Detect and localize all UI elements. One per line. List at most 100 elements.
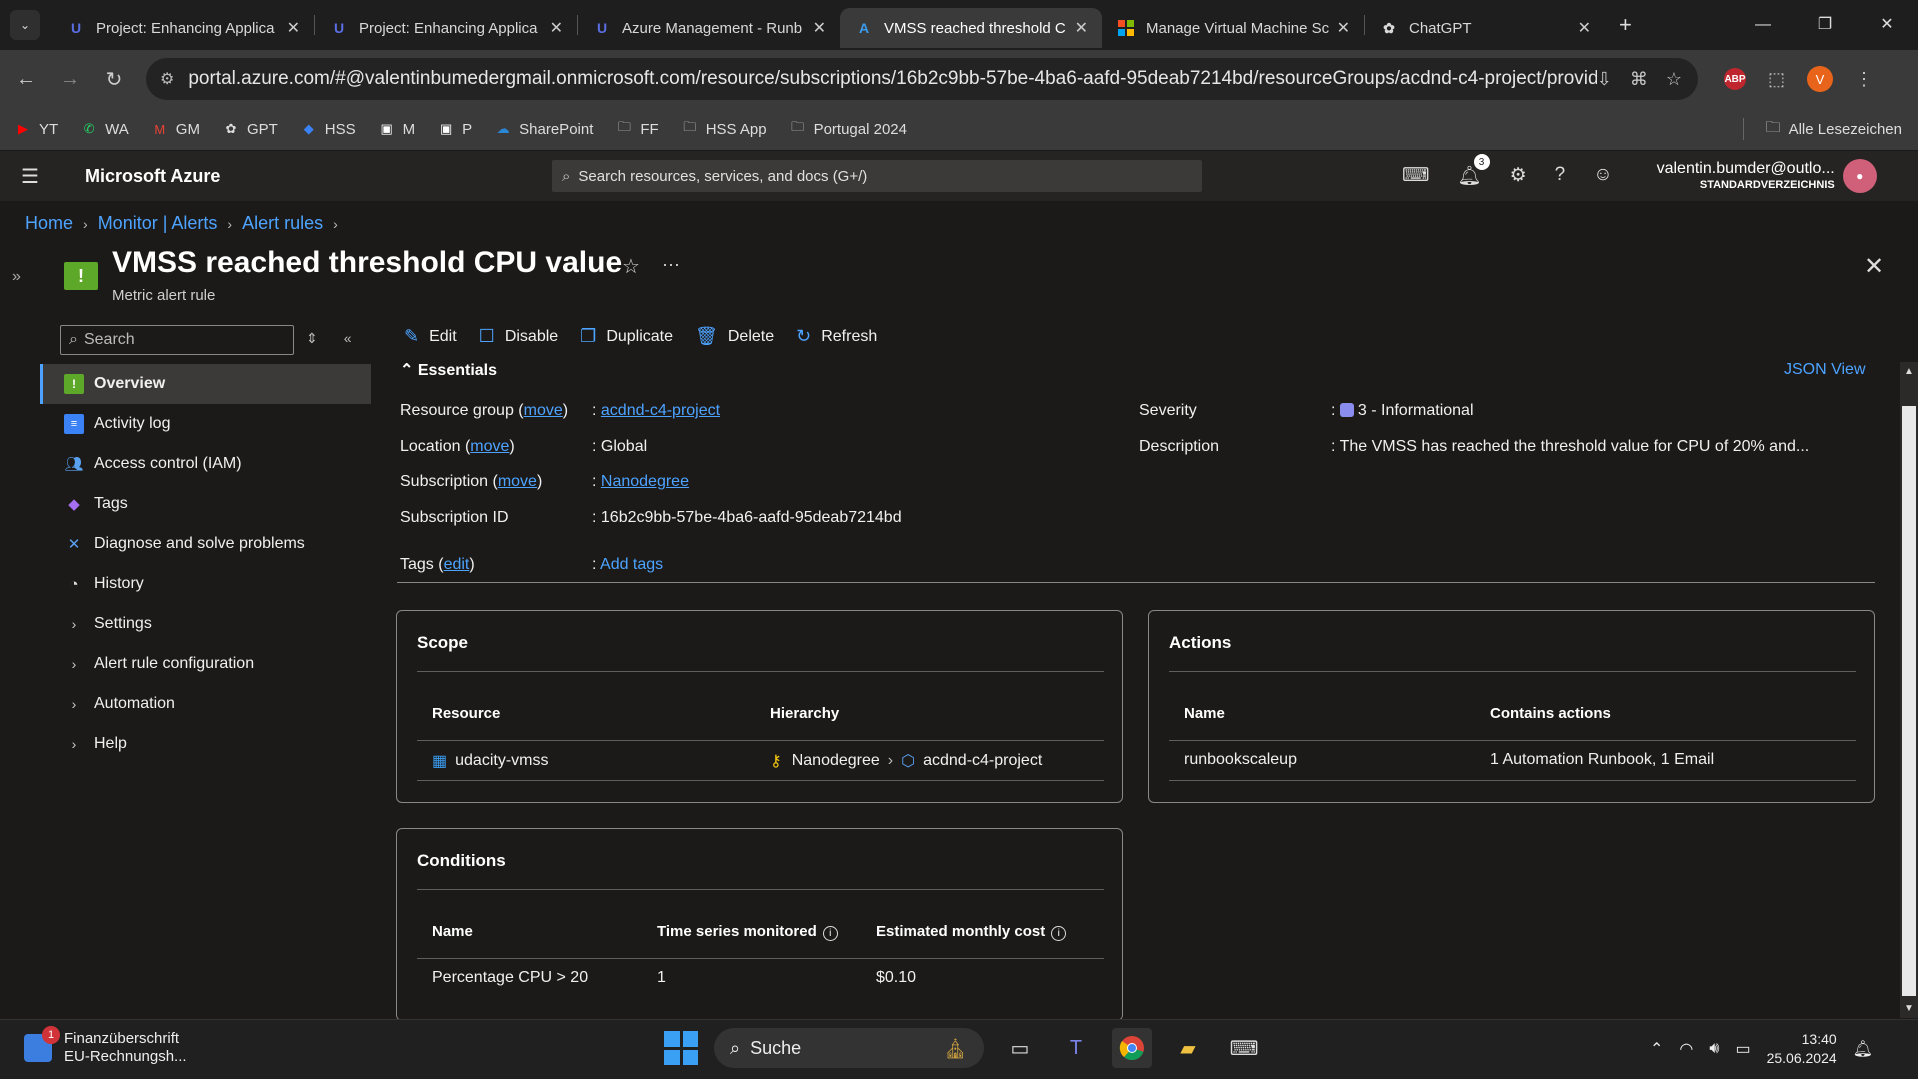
close-icon[interactable]: ✕ [1075,18,1088,38]
disable-button[interactable]: ☐ Disable [479,326,559,347]
hierarchy-resource-group[interactable]: acdnd-c4-project [923,752,1042,770]
battery-icon[interactable]: ▭ [1735,1039,1750,1059]
url-bar[interactable]: ⚙ portal.azure.com/#@valentinbumedergmai… [146,58,1698,100]
scrollbar-thumb[interactable] [1902,406,1916,996]
json-view-link[interactable]: JSON View [1784,361,1866,379]
bookmark-item[interactable]: ▣ M [378,120,415,138]
clock[interactable]: 13:40 25.06.2024 [1767,1030,1837,1068]
add-tags-link[interactable]: Add tags [600,556,663,573]
hierarchy-subscription[interactable]: Nanodegree [792,752,880,770]
menu-search-input[interactable]: ⌕ Search [60,325,294,355]
menu-item-iam[interactable]: 👥︎ Access control (IAM) [40,444,371,484]
breadcrumb-home[interactable]: Home [25,213,73,234]
close-icon[interactable]: ✕ [1337,18,1350,38]
menu-item-overview[interactable]: ! Overview [40,364,371,404]
translate-icon[interactable]: ⌘ [1630,69,1648,90]
bookmark-item[interactable]: ☁ SharePoint [494,120,594,138]
file-explorer-icon[interactable]: ▰ [1168,1028,1208,1068]
site-info-icon[interactable]: ⚙ [160,69,174,89]
new-tab-button[interactable]: + [1619,12,1632,38]
scroll-down-icon[interactable]: ▼ [1904,1003,1914,1014]
terminal-icon[interactable]: ⌨ [1224,1028,1264,1068]
show-hidden-icons[interactable]: ⌃ [1650,1039,1663,1059]
cloud-shell-icon[interactable]: ⌨ [1402,164,1429,188]
task-view-icon[interactable]: ▭ [1000,1028,1040,1068]
chrome-icon[interactable] [1112,1028,1152,1068]
edit-tags-link[interactable]: edit [444,556,470,573]
start-button[interactable] [664,1031,698,1065]
close-icon[interactable]: ✕ [1578,18,1591,38]
portal-menu-icon[interactable]: ☰ [0,164,60,189]
settings-icon[interactable]: ⚙ [1510,164,1527,188]
install-app-icon[interactable]: ⇩ [1597,69,1612,90]
menu-item-automation[interactable]: › Automation [40,684,371,724]
volume-icon[interactable]: 🔊︎ [1709,1040,1719,1058]
bookmark-item[interactable]: ◆ HSS [300,120,356,138]
refresh-button[interactable]: ↻ Refresh [796,326,877,347]
menu-item-activity-log[interactable]: ≡ Activity log [40,404,371,444]
menu-item-help[interactable]: › Help [40,724,371,764]
delete-button[interactable]: 🗑︎ Delete [695,326,774,347]
bookmark-item[interactable]: ✿ GPT [222,120,278,138]
bookmark-item[interactable]: M GM [151,120,200,138]
profile-avatar[interactable]: V [1807,66,1834,92]
bookmark-item[interactable]: ✆ WA [80,120,129,138]
reload-icon[interactable]: ↻ [96,67,132,92]
restore-icon[interactable]: ❐ [1794,0,1856,50]
bookmark-item[interactable]: 🗀︎ Portugal 2024 [789,119,907,138]
edit-button[interactable]: ✎ Edit [404,326,457,347]
browser-tab[interactable]: U Project: Enhancing Applica ✕ [52,8,314,48]
avatar[interactable]: ● [1842,159,1877,193]
scope-resource-cell[interactable]: ▦ udacity-vmss [432,751,548,771]
essentials-toggle[interactable]: ⌃ Essentials [400,360,497,380]
menu-item-diagnose[interactable]: ✕ Diagnose and solve problems [40,524,371,564]
subscription-link[interactable]: Nanodegree [601,473,689,490]
sort-icon[interactable]: ⇕ [306,330,318,347]
adblock-icon[interactable]: ABP [1724,68,1746,90]
back-icon[interactable]: ← [8,68,44,91]
browser-tab[interactable]: ✿ ChatGPT ✕ [1365,8,1605,48]
browser-tab[interactable]: U Project: Enhancing Applica ✕ [315,8,577,48]
resource-group-link[interactable]: acdnd-c4-project [601,402,720,419]
scroll-up-icon[interactable]: ▲ [1904,366,1914,377]
duplicate-button[interactable]: ❐ Duplicate [580,326,673,347]
browser-tab[interactable]: Manage Virtual Machine Sc ✕ [1102,8,1364,48]
news-widget[interactable]: 1 Finanzüberschrift EU-Rechnungsh... [24,1026,187,1066]
bookmark-item[interactable]: ▶ YT [14,120,58,138]
close-icon[interactable]: ✕ [287,18,300,38]
notifications-icon[interactable]: 🔔︎ 3 [1457,154,1490,188]
wifi-icon[interactable]: ◠ [1679,1039,1693,1059]
forward-icon[interactable]: → [52,68,88,91]
notification-bell-icon[interactable]: 🔔︎ [1853,1039,1873,1059]
browser-tab[interactable]: U Azure Management - Runb ✕ [578,8,840,48]
close-icon[interactable]: ✕ [550,18,563,38]
action-group-name[interactable]: runbookscaleup [1184,751,1297,769]
menu-item-settings[interactable]: › Settings [40,604,371,644]
tab-search-button[interactable]: ⌄ [10,10,40,40]
expand-sidebar-icon[interactable]: » [12,268,21,286]
browser-tab-active[interactable]: A VMSS reached threshold C ✕ [840,8,1102,48]
bookmark-item[interactable]: 🗀︎ HSS App [681,119,766,138]
close-icon[interactable]: ✕ [813,18,826,38]
menu-item-tags[interactable]: ◆ Tags [40,484,371,524]
account-info[interactable]: valentin.bumder@outlo... STANDARDVERZEIC… [1657,160,1835,191]
menu-item-history[interactable]: ◔ History [40,564,371,604]
global-search-input[interactable]: ⌕ Search resources, services, and docs (… [552,160,1202,192]
move-link[interactable]: move [524,402,563,419]
close-window-icon[interactable]: ✕ [1856,0,1918,50]
info-icon[interactable]: i [822,926,838,941]
bookmark-item[interactable]: ▣ P [437,120,472,138]
bookmark-item[interactable]: 🗀︎ FF [615,119,659,138]
extensions-icon[interactable]: ⬚ [1768,69,1785,90]
feedback-icon[interactable]: ☺ [1593,164,1612,188]
collapse-menu-icon[interactable]: « [344,330,352,347]
more-options-icon[interactable]: ··· [662,254,680,275]
azure-brand[interactable]: Microsoft Azure [85,166,552,187]
breadcrumb-alert-rules[interactable]: Alert rules [242,213,323,234]
all-bookmarks[interactable]: Alle Lesezeichen [1789,121,1902,138]
breadcrumb-monitor-alerts[interactable]: Monitor | Alerts [98,213,218,234]
move-link[interactable]: move [498,473,537,490]
favorite-star-icon[interactable]: ☆ [622,254,640,279]
condition-name[interactable]: Percentage CPU > 20 [432,969,588,987]
teams-icon[interactable]: T [1056,1028,1096,1068]
